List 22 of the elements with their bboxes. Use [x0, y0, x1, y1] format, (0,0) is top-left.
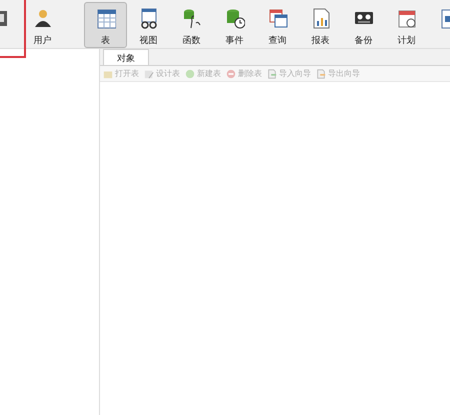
- toolbar-button[interactable]: 表: [84, 2, 127, 48]
- delete-icon: [226, 68, 236, 78]
- event-icon: [224, 8, 244, 29]
- toolbar-button[interactable]: 备份: [342, 2, 385, 48]
- export-icon: [316, 68, 326, 78]
- tab[interactable]: 对象: [103, 49, 149, 65]
- table-icon: [96, 8, 116, 29]
- toolbar-button[interactable]: 查询: [256, 2, 299, 48]
- function-icon: [182, 8, 202, 29]
- user-icon: [32, 8, 52, 29]
- report-icon: [310, 8, 330, 29]
- toolbar-button[interactable]: 事件: [213, 2, 256, 48]
- toolbar-button[interactable]: 计划: [385, 2, 428, 48]
- toolbar-button[interactable]: 用户: [21, 2, 64, 48]
- toolbar-button[interactable]: 函数: [170, 2, 213, 48]
- new-icon: [185, 68, 195, 78]
- view-icon: [138, 8, 158, 29]
- schedule-icon: [396, 8, 416, 29]
- toolbar-button[interactable]: 视图: [127, 2, 170, 48]
- import-icon: [267, 68, 277, 78]
- toolbar-button[interactable]: 报表: [299, 2, 342, 48]
- query-icon: [268, 8, 288, 29]
